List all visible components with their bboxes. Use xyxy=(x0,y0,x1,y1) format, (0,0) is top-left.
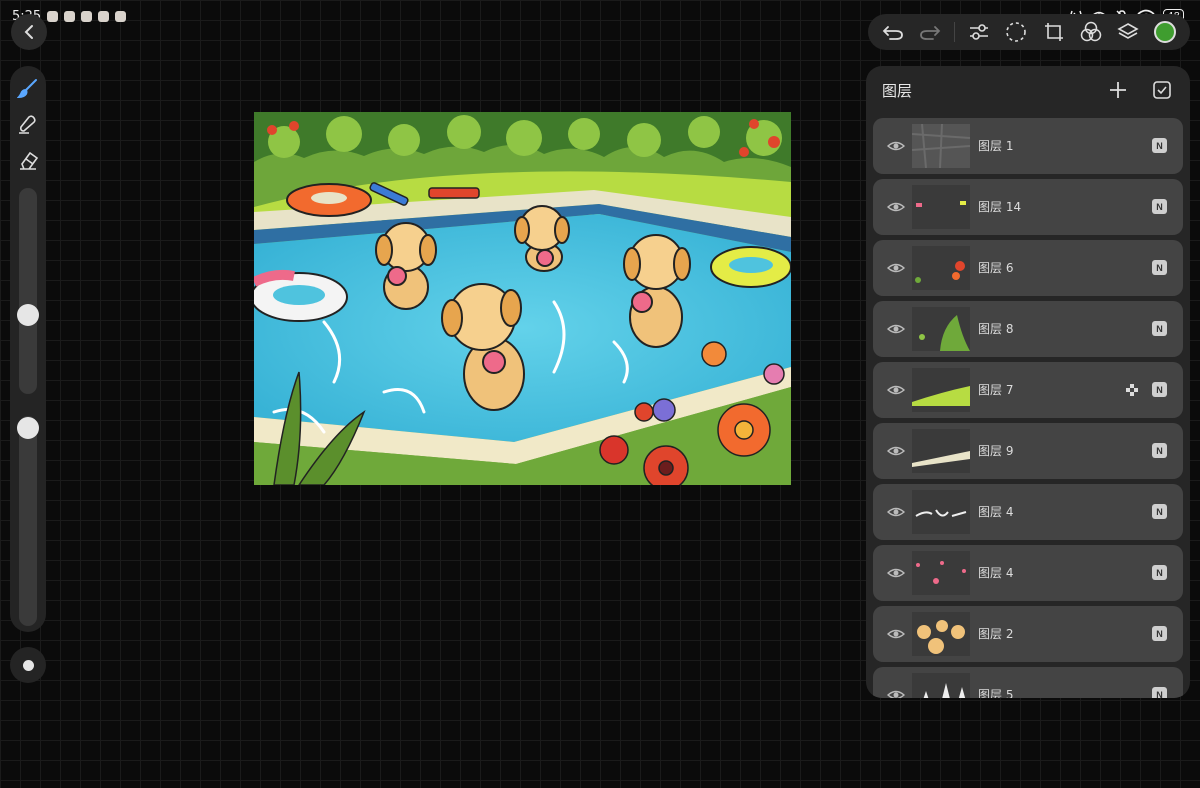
visibility-eye-icon[interactable] xyxy=(886,625,906,643)
smudge-icon[interactable] xyxy=(16,112,40,136)
adjustments-icon[interactable] xyxy=(966,19,992,45)
transform-icon[interactable] xyxy=(1041,19,1067,45)
layer-thumbnail xyxy=(912,429,970,473)
layer-name: 图层 6 xyxy=(978,261,1014,275)
drawing-canvas[interactable] xyxy=(254,112,791,485)
layer-name: 图层 9 xyxy=(978,444,1014,458)
brush-icon[interactable] xyxy=(16,76,40,100)
layer-thumbnail xyxy=(912,673,970,698)
select-layers-button[interactable] xyxy=(1150,78,1174,102)
layer-row[interactable]: 图层 7 N xyxy=(873,362,1183,418)
color-blend-icon[interactable] xyxy=(1078,19,1104,45)
top-toolbar xyxy=(868,14,1190,50)
visibility-eye-icon[interactable] xyxy=(886,198,906,216)
layer-name: 图层 8 xyxy=(978,322,1014,336)
layer-list: 图层 1 N 图层 14 N 图层 6 N 图层 8 N 图层 7 N 图层 9 N 图层 4 N 图层 4… xyxy=(873,118,1183,698)
layer-name: 图层 4 xyxy=(978,505,1014,519)
visibility-eye-icon[interactable] xyxy=(886,381,906,399)
plus-icon xyxy=(1110,82,1126,98)
selection-icon[interactable] xyxy=(1003,19,1029,45)
color-picker-button[interactable] xyxy=(1152,19,1178,45)
notification-icon xyxy=(47,10,59,22)
layer-thumbnail xyxy=(912,246,970,290)
layer-thumbnail xyxy=(912,368,970,412)
alpha-lock-icon[interactable] xyxy=(1125,382,1139,396)
layer-thumbnail xyxy=(912,124,970,168)
blend-mode-button[interactable]: N xyxy=(1152,321,1167,336)
artwork-image xyxy=(254,112,791,485)
layer-row[interactable]: 图层 1 N xyxy=(873,118,1183,174)
layer-row[interactable]: 图层 6 N xyxy=(873,240,1183,296)
chevron-left-icon xyxy=(24,25,33,39)
layer-thumbnail xyxy=(912,490,970,534)
current-color-swatch xyxy=(1154,21,1177,43)
notification-icon xyxy=(64,10,76,22)
blend-mode-button[interactable]: N xyxy=(1152,260,1167,275)
blend-mode-button[interactable]: N xyxy=(1152,565,1167,580)
layer-row[interactable]: 图层 8 N xyxy=(873,301,1183,357)
layers-panel: 图层 图层 1 N 图层 14 N 图层 6 N 图层 8 N 图层 7 N 图层 9 N 图层 4N图… xyxy=(866,66,1190,698)
visibility-eye-icon[interactable] xyxy=(886,442,906,460)
blend-mode-button[interactable]: N xyxy=(1152,504,1167,519)
opacity-thumb[interactable] xyxy=(17,417,39,439)
blend-mode-button[interactable]: N xyxy=(1152,687,1167,698)
layer-row[interactable]: 图层 4 N xyxy=(873,545,1183,601)
undo-icon[interactable] xyxy=(880,19,906,45)
toolbar-divider xyxy=(954,22,956,42)
layer-thumbnail xyxy=(912,551,970,595)
layer-thumbnail xyxy=(912,612,970,656)
layer-name: 图层 14 xyxy=(978,200,1022,214)
checkbox-icon xyxy=(1153,81,1171,99)
layer-thumbnail xyxy=(912,185,970,229)
redo-icon[interactable] xyxy=(917,19,943,45)
visibility-eye-icon[interactable] xyxy=(886,320,906,338)
visibility-eye-icon[interactable] xyxy=(886,259,906,277)
layer-row[interactable]: 图层 4 N xyxy=(873,484,1183,540)
layer-name: 图层 1 xyxy=(978,139,1014,153)
modify-button[interactable] xyxy=(10,647,46,683)
side-toolbar xyxy=(10,66,46,632)
visibility-eye-icon[interactable] xyxy=(886,137,906,155)
layers-panel-title: 图层 xyxy=(882,82,913,100)
layer-thumbnail xyxy=(912,307,970,351)
brush-size-thumb[interactable] xyxy=(17,304,39,326)
notification-icon xyxy=(98,10,110,22)
notification-icon xyxy=(115,10,127,22)
eraser-icon[interactable] xyxy=(16,148,40,172)
add-layer-button[interactable] xyxy=(1106,78,1130,102)
layers-icon[interactable] xyxy=(1115,19,1141,45)
blend-mode-button[interactable]: N xyxy=(1152,382,1167,397)
visibility-eye-icon[interactable] xyxy=(886,564,906,582)
back-button[interactable] xyxy=(11,14,47,50)
blend-mode-button[interactable]: N xyxy=(1152,199,1167,214)
blend-mode-button[interactable]: N xyxy=(1152,626,1167,641)
layer-name: 图层 7 xyxy=(978,383,1014,397)
layer-row[interactable]: 图层 5 N xyxy=(873,667,1183,698)
opacity-slider[interactable] xyxy=(17,416,39,626)
layer-row[interactable]: 图层 2 N xyxy=(873,606,1183,662)
layer-name: 图层 5 xyxy=(978,688,1014,698)
visibility-eye-icon[interactable] xyxy=(886,686,906,698)
brush-size-slider[interactable] xyxy=(17,188,39,394)
modify-dot xyxy=(22,659,34,671)
layer-row[interactable]: 图层 14 N xyxy=(873,179,1183,235)
layer-name: 图层 2 xyxy=(978,627,1014,641)
layer-name: 图层 4 xyxy=(978,566,1014,580)
visibility-eye-icon[interactable] xyxy=(886,503,906,521)
layer-row[interactable]: 图层 9 N xyxy=(873,423,1183,479)
blend-mode-button[interactable]: N xyxy=(1152,138,1167,153)
notification-icon xyxy=(81,10,93,22)
blend-mode-button[interactable]: N xyxy=(1152,443,1167,458)
